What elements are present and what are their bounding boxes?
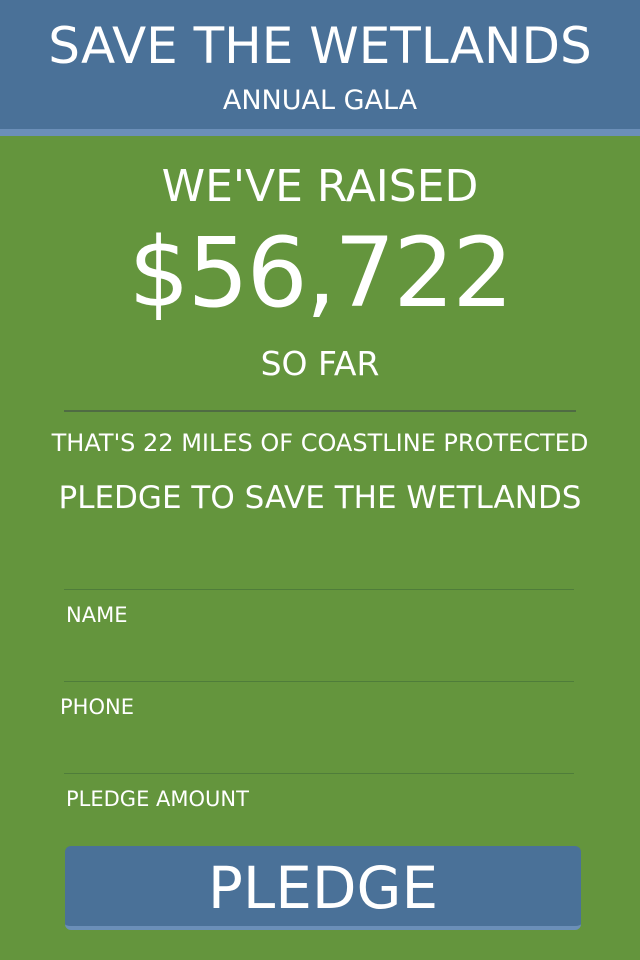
- impact-text: THAT'S 22 MILES OF COASTLINE PROTECTED: [51, 429, 589, 457]
- pledge-amount-field[interactable]: PLEDGE AMOUNT: [66, 771, 576, 827]
- raised-label: WE'VE RAISED: [161, 161, 479, 212]
- divider: [64, 410, 576, 412]
- raised-amount: $56,722: [128, 217, 514, 329]
- raised-suffix: SO FAR: [260, 344, 380, 383]
- header: SAVE THE WETLANDS ANNUAL GALA: [0, 0, 640, 136]
- page-subtitle: ANNUAL GALA: [222, 85, 418, 116]
- page-title: SAVE THE WETLANDS: [48, 17, 592, 75]
- pledge-button[interactable]: PLEDGE: [65, 846, 581, 930]
- call-to-action: PLEDGE TO SAVE THE WETLANDS: [58, 480, 582, 516]
- name-field[interactable]: NAME: [66, 587, 576, 643]
- phone-field[interactable]: PHONE: [60, 679, 570, 735]
